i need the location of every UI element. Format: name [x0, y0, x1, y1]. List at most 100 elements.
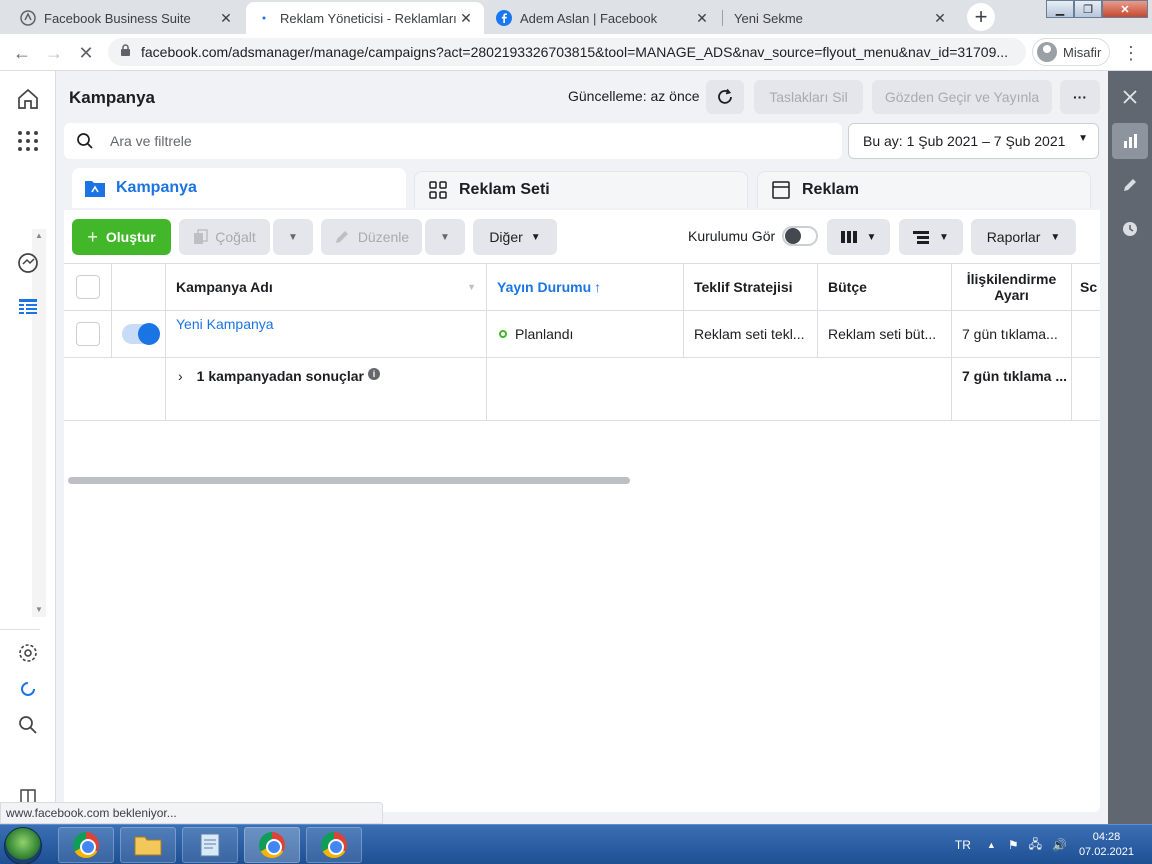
tab-title: Facebook Business Suite — [44, 10, 191, 26]
campaign-on-off-toggle[interactable] — [122, 323, 160, 345]
setup-toggle[interactable] — [782, 226, 818, 246]
select-all-cell — [64, 264, 112, 310]
profile-label: Misafir — [1063, 44, 1102, 60]
search-icon — [77, 133, 93, 149]
browser-menu-icon[interactable]: ⋮ — [1122, 40, 1140, 66]
close-window-button[interactable]: ✕ — [1102, 0, 1148, 18]
tab-campaigns[interactable]: Kampanya — [72, 168, 406, 208]
tab-label: Reklam — [802, 181, 859, 198]
duplicate-dropdown-button[interactable]: ▼ — [273, 219, 313, 255]
chevron-down-icon: ▼ — [1050, 231, 1061, 243]
back-button[interactable]: ← — [9, 40, 35, 66]
browser-tab-new[interactable]: Yeni Sekme ✕ — [724, 2, 958, 34]
home-icon[interactable] — [14, 85, 42, 113]
setup-toggle-label: Kurulumu Gör — [688, 228, 776, 244]
budget-value: Reklam seti büt... — [828, 326, 937, 342]
browser-tab-business-suite[interactable]: Facebook Business Suite ✕ — [10, 2, 244, 34]
column-header-bid-strategy[interactable]: Teklif Stratejisi — [684, 264, 818, 310]
summary-label: 1 kampanyadan sonuçlar — [196, 368, 364, 384]
forward-button[interactable]: → — [41, 40, 67, 66]
close-tab-icon[interactable]: ✕ — [218, 10, 234, 27]
ad-frame-icon — [770, 179, 792, 201]
duplicate-button[interactable]: Çoğalt — [179, 219, 270, 255]
taskbar-notepad[interactable] — [182, 827, 238, 863]
profile-button[interactable]: Misafir — [1032, 38, 1110, 66]
other-menu-button[interactable]: Diğer ▼ — [473, 219, 557, 255]
edit-label: Düzenle — [357, 229, 410, 245]
settings-icon[interactable] — [14, 639, 42, 667]
row-checkbox[interactable] — [75, 322, 100, 346]
edit-dropdown-button[interactable]: ▼ — [425, 219, 465, 255]
column-header-attribution[interactable]: İlişkilendirme Ayarı — [952, 264, 1072, 310]
language-indicator[interactable]: TR — [955, 838, 971, 852]
more-options-button[interactable]: ··· — [1060, 80, 1100, 114]
clock[interactable]: 04:28 07.02.2021 — [1079, 830, 1134, 860]
column-header-delivery[interactable]: Yayın Durumu ↑ — [487, 264, 684, 310]
tab-ads[interactable]: Reklam — [757, 171, 1091, 208]
breakdown-button[interactable]: ▼ — [899, 219, 963, 255]
refresh-button[interactable] — [706, 80, 744, 114]
tab-separator — [722, 10, 723, 26]
create-button[interactable]: + Oluştur — [72, 219, 171, 255]
volume-icon[interactable]: 🔊 — [1052, 838, 1067, 852]
tab-title: Yeni Sekme — [734, 10, 803, 26]
close-tab-icon[interactable]: ✕ — [694, 10, 710, 27]
nav-scrollbar[interactable] — [32, 229, 46, 617]
account-overview-icon[interactable] — [14, 249, 42, 277]
search-icon[interactable] — [14, 711, 42, 739]
all-tools-icon[interactable] — [14, 127, 42, 155]
summary-attribution: 7 gün tıklama ... — [962, 368, 1068, 384]
taskbar-chrome-3[interactable] — [306, 827, 362, 863]
window-controls: ▁ ❐ ✕ — [1046, 0, 1148, 20]
horizontal-scrollbar[interactable] — [68, 477, 630, 484]
campaigns-icon[interactable] — [14, 293, 42, 321]
windows-start-icon[interactable] — [4, 827, 42, 864]
browser-tab-facebook-profile[interactable]: Adem Aslan | Facebook ✕ — [486, 2, 720, 34]
restore-button[interactable]: ❐ — [1074, 0, 1102, 18]
lock-icon — [120, 44, 131, 60]
new-tab-button[interactable]: + — [967, 3, 995, 31]
chevron-right-icon[interactable]: › — [178, 368, 183, 384]
sort-arrow-icon[interactable]: ▼ — [467, 282, 476, 292]
status-dot-icon — [499, 330, 507, 338]
columns-icon — [840, 231, 857, 243]
table-row[interactable]: Yeni Kampanya Planlandı Reklam seti tekl… — [64, 311, 1100, 358]
date-range-picker[interactable]: Bu ay: 1 Şub 2021 – 7 Şub 2021 ▼ — [848, 123, 1099, 159]
minimize-button[interactable]: ▁ — [1046, 0, 1074, 18]
taskbar-chrome-1[interactable] — [58, 827, 114, 863]
delete-drafts-button[interactable]: Taslakları Sil — [754, 80, 863, 114]
notepad-icon — [200, 833, 220, 857]
breakdown-icon — [913, 231, 930, 244]
column-header-campaign-name[interactable]: Kampanya Adı ▼ — [166, 264, 487, 310]
edit-pencil-icon[interactable] — [1116, 171, 1144, 199]
duplicate-label: Çoğalt — [215, 229, 256, 245]
scroll-down-icon[interactable]: ▼ — [35, 605, 43, 614]
scroll-up-icon[interactable]: ▲ — [35, 231, 43, 240]
charts-icon[interactable] — [1112, 123, 1148, 159]
edit-button[interactable]: Düzenle — [321, 219, 422, 255]
review-publish-button[interactable]: Gözden Geçir ve Yayınla — [872, 80, 1052, 114]
stop-loading-button[interactable]: ✕ — [73, 40, 99, 66]
info-icon[interactable]: i — [367, 368, 380, 380]
campaign-name-link[interactable]: Yeni Kampanya — [176, 316, 274, 332]
ad-set-grid-icon — [427, 179, 449, 201]
plus-icon: + — [87, 226, 98, 247]
close-tab-icon[interactable]: ✕ — [932, 10, 948, 27]
column-header-truncated[interactable]: Sc — [1072, 264, 1100, 310]
search-filter-bar[interactable]: Ara ve filtrele — [64, 123, 842, 159]
column-header-budget[interactable]: Bütçe — [818, 264, 952, 310]
network-icon[interactable]: 🖧 — [1029, 835, 1042, 856]
close-tab-icon[interactable]: ✕ — [458, 10, 474, 27]
address-bar[interactable]: facebook.com/adsmanager/manage/campaigns… — [108, 38, 1026, 66]
action-center-icon[interactable]: ⚑ — [1008, 838, 1019, 852]
taskbar-explorer[interactable] — [120, 827, 176, 863]
select-all-checkbox[interactable] — [75, 275, 100, 299]
taskbar-chrome-2[interactable] — [244, 827, 300, 863]
close-panel-icon[interactable] — [1116, 83, 1144, 111]
columns-button[interactable]: ▼ — [827, 219, 890, 255]
history-clock-icon[interactable] — [1116, 215, 1144, 243]
reports-button[interactable]: Raporlar ▼ — [971, 219, 1076, 255]
show-hidden-icons-icon[interactable]: ▲ — [987, 840, 996, 850]
browser-tab-ads-manager[interactable]: Reklam Yöneticisi - Reklamları Yö ✕ — [246, 2, 484, 34]
tab-ad-sets[interactable]: Reklam Seti — [414, 171, 748, 208]
